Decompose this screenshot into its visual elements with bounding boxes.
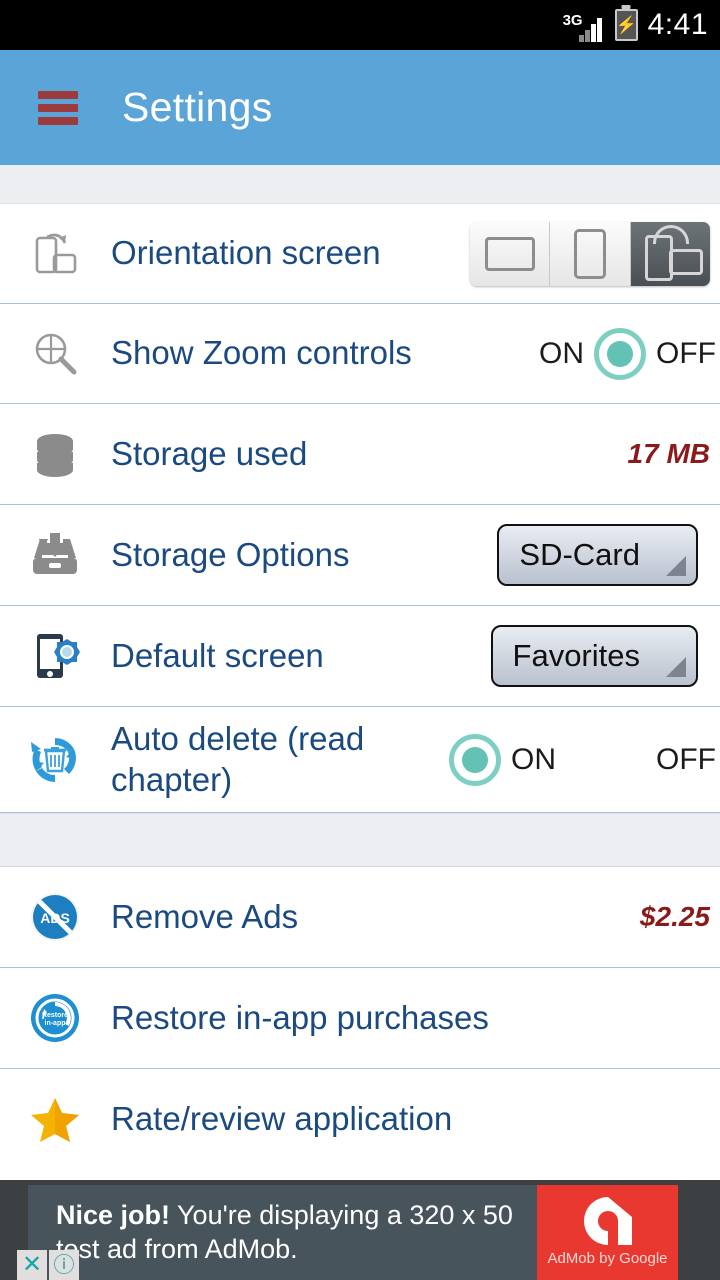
info-icon[interactable]: ⓘ — [49, 1250, 79, 1280]
chevron-down-icon — [666, 556, 686, 576]
setting-label: Auto delete (read chapter) — [111, 720, 365, 798]
storage-options-spinner[interactable]: SD-Card — [497, 524, 698, 586]
storage-inbox-icon — [28, 528, 82, 582]
toggle-knob[interactable] — [449, 733, 501, 786]
signal-bars-icon — [578, 16, 605, 42]
zoom-controls-toggle[interactable]: ON OFF — [539, 327, 716, 380]
restore-in-app-icon: Restore in-app — [28, 991, 82, 1045]
svg-text:Restore: Restore — [42, 1012, 68, 1019]
hamburger-menu-icon[interactable] — [38, 90, 78, 125]
toggle-knob[interactable] — [594, 327, 646, 380]
setting-row-storage-used[interactable]: Storage used 17 MB — [0, 404, 720, 505]
setting-row-rate-review[interactable]: Rate/review application — [0, 1069, 720, 1170]
section-separator — [0, 813, 720, 867]
screen-rotation-icon — [28, 227, 82, 281]
ad-banner-container: Nice job! You're displaying a 320 x 50 t… — [0, 1180, 720, 1280]
ad-badges: ✕ ⓘ — [17, 1250, 81, 1280]
admob-logo-icon — [583, 1197, 632, 1245]
default-screen-spinner[interactable]: Favorites — [490, 625, 698, 687]
app-bar: Settings — [0, 50, 720, 165]
setting-row-default-screen[interactable]: Default screen Favorites — [0, 606, 720, 707]
toggle-on-label: ON — [511, 742, 556, 776]
magnifier-grid-icon — [28, 327, 82, 381]
svg-text:in-app: in-app — [45, 1020, 66, 1027]
recycle-trash-icon — [28, 733, 82, 787]
admob-caption: AdMob by Google — [547, 1250, 668, 1267]
ad-headline: Nice job! — [56, 1200, 171, 1230]
admob-banner[interactable]: Nice job! You're displaying a 320 x 50 t… — [28, 1185, 678, 1280]
admob-logo-block: AdMob by Google — [537, 1185, 678, 1280]
phone-gear-icon — [28, 629, 82, 683]
star-icon — [28, 1093, 82, 1147]
segment-landscape[interactable] — [470, 221, 551, 286]
network-indicator: 3G — [561, 8, 605, 42]
ad-text: Nice job! You're displaying a 320 x 50 t… — [28, 1185, 537, 1280]
setting-label: Remove Ads — [111, 897, 299, 935]
setting-row-restore-purchases[interactable]: Restore in-app Restore in-app purchases — [0, 968, 720, 1069]
setting-row-orientation-screen[interactable]: Orientation screen — [0, 204, 720, 304]
battery-charging-icon: ⚡ — [614, 9, 638, 41]
page-title: Settings — [122, 84, 273, 130]
setting-row-show-zoom-controls[interactable]: Show Zoom controls ON OFF — [0, 304, 720, 404]
setting-label: Rate/review application — [111, 1100, 453, 1138]
close-icon[interactable]: ✕ — [17, 1250, 47, 1280]
segment-portrait[interactable] — [550, 221, 631, 286]
status-bar: 3G ⚡ 4:41 — [0, 0, 720, 50]
orientation-segmented-control[interactable] — [470, 221, 710, 286]
setting-label: Restore in-app purchases — [111, 998, 489, 1036]
setting-row-auto-delete[interactable]: Auto delete (read chapter) ON OFF — [0, 707, 720, 813]
no-ads-icon: ADS — [28, 890, 82, 944]
toggle-on-label: ON — [539, 336, 584, 370]
spinner-value: SD-Card — [519, 537, 640, 572]
toggle-off-label: OFF — [656, 742, 716, 776]
svg-text:ADS: ADS — [40, 910, 70, 926]
setting-row-storage-options[interactable]: Storage Options SD-Card — [0, 505, 720, 606]
segment-auto-rotate[interactable] — [630, 221, 710, 286]
remove-ads-price: $2.25 — [639, 901, 710, 932]
toggle-off-label: OFF — [656, 336, 716, 370]
setting-row-remove-ads[interactable]: ADS Remove Ads $2.25 — [0, 867, 720, 968]
top-spacer — [0, 165, 720, 204]
database-stack-icon — [28, 427, 82, 481]
storage-used-value: 17 MB — [627, 438, 710, 469]
status-bar-clock: 4:41 — [647, 8, 708, 41]
chevron-down-icon — [666, 657, 686, 677]
spinner-value: Favorites — [512, 638, 640, 673]
auto-delete-toggle[interactable]: ON OFF — [439, 733, 716, 786]
